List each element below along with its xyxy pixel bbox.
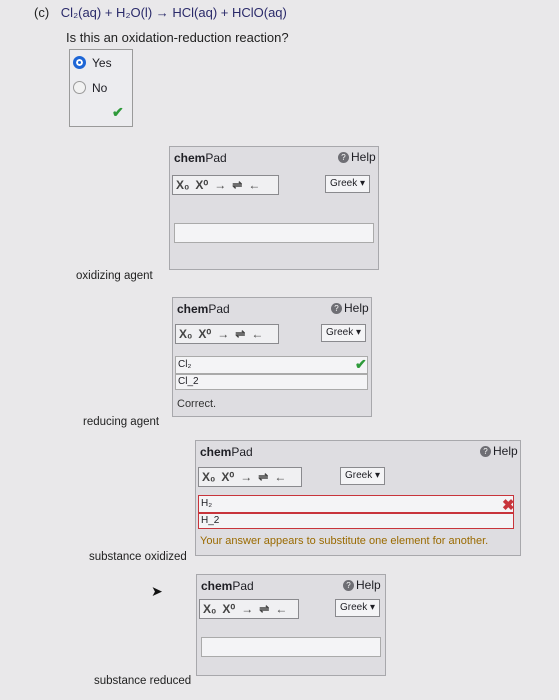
radio-selected-icon[interactable]	[73, 56, 86, 69]
arrow-button[interactable]: →	[211, 178, 229, 192]
subscript-button[interactable]: X₀	[200, 602, 219, 616]
answer-raw-input[interactable]: H_2	[198, 513, 514, 529]
answer-input[interactable]	[201, 637, 381, 657]
greek-dropdown[interactable]: Greek ▾	[340, 467, 386, 485]
greek-dropdown[interactable]: Greek ▾	[325, 175, 371, 193]
help-button[interactable]: ? Help	[331, 301, 369, 315]
arrow-button[interactable]: →	[238, 602, 256, 616]
superscript-button[interactable]: X⁰	[192, 178, 211, 192]
superscript-button[interactable]: X⁰	[195, 327, 214, 341]
feedback-text: Your answer appears to substitute one el…	[200, 535, 489, 547]
chempad-2: chemPad ? Help X₀ X⁰ → ⇌ ← Greek ▾ Cl₂ Cl…	[172, 297, 372, 417]
checkmark-icon: ✔	[112, 104, 124, 120]
equilibrium-button[interactable]: ⇌	[255, 470, 271, 484]
equation-text: Cl₂(aq) + H₂O(l) → HCl(aq) + HClO(aq)	[60, 5, 287, 20]
chempad-title: chemPad	[200, 445, 253, 459]
subscript-button[interactable]: X₀	[176, 327, 195, 341]
choice-box: Yes No ✔	[69, 49, 133, 127]
chempad-1: chemPad ? Help X₀ X⁰ → ⇌ ← Greek ▾	[169, 146, 379, 270]
checkmark-icon: ✔	[355, 356, 367, 372]
help-button[interactable]: ? Help	[480, 444, 518, 458]
help-button[interactable]: ? Help	[338, 150, 376, 164]
choice-label: No	[92, 81, 108, 95]
equilibrium-button[interactable]: ⇌	[256, 602, 272, 616]
chempad-title: chemPad	[174, 151, 227, 165]
feedback-text: Correct.	[177, 398, 217, 410]
subscript-button[interactable]: X₀	[173, 178, 192, 192]
answer-raw-input[interactable]: Cl_2	[175, 374, 368, 390]
chempad-title: chemPad	[201, 579, 254, 593]
back-arrow-button[interactable]: ←	[272, 602, 290, 616]
back-arrow-button[interactable]: ←	[245, 178, 263, 192]
greek-dropdown[interactable]: Greek ▾	[321, 324, 367, 342]
chempad-4: chemPad ? Help X₀ X⁰ → ⇌ ← Greek ▾	[196, 574, 386, 676]
substance-reduced-label: substance reduced	[94, 675, 192, 687]
equilibrium-button[interactable]: ⇌	[229, 178, 245, 192]
answer-display: Cl₂	[175, 356, 368, 374]
answer-input[interactable]	[174, 223, 374, 243]
question-prompt: Is this an oxidation-reduction reaction?	[66, 30, 289, 45]
choice-label: Yes	[92, 56, 112, 70]
arrow-button[interactable]: →	[214, 327, 232, 341]
part-label: (c)	[34, 5, 50, 20]
help-icon: ?	[338, 152, 349, 164]
superscript-button[interactable]: X⁰	[219, 602, 238, 616]
reducing-agent-label: reducing agent	[83, 416, 160, 428]
chempad-title: chemPad	[177, 302, 230, 316]
greek-dropdown[interactable]: Greek ▾	[335, 599, 381, 617]
equilibrium-button[interactable]: ⇌	[232, 327, 248, 341]
chempad-toolbar: X₀ X⁰ → ⇌ ←	[175, 324, 279, 344]
answer-display: H₂	[198, 495, 514, 513]
question-equation: (c) Cl₂(aq) + H₂O(l) → HCl(aq) + HClO(aq…	[34, 5, 287, 20]
arrow-button[interactable]: →	[237, 470, 255, 484]
chempad-toolbar: X₀ X⁰ → ⇌ ←	[199, 599, 299, 619]
substance-oxidized-label: substance oxidized	[89, 551, 187, 563]
help-icon: ?	[343, 580, 354, 592]
oxidizing-agent-label: oxidizing agent	[76, 270, 153, 282]
superscript-button[interactable]: X⁰	[218, 470, 237, 484]
chempad-3: chemPad ? Help X₀ X⁰ → ⇌ ← Greek ▾ H₂ H_2…	[195, 440, 521, 556]
subscript-button[interactable]: X₀	[199, 470, 218, 484]
back-arrow-button[interactable]: ←	[271, 470, 289, 484]
help-button[interactable]: ? Help	[343, 578, 381, 592]
radio-unselected-icon[interactable]	[73, 81, 86, 94]
x-mark-icon: ✖	[502, 497, 515, 514]
chempad-toolbar: X₀ X⁰ → ⇌ ←	[172, 175, 279, 195]
back-arrow-button[interactable]: ←	[248, 327, 266, 341]
help-icon: ?	[331, 303, 342, 315]
chempad-toolbar: X₀ X⁰ → ⇌ ←	[198, 467, 302, 487]
help-icon: ?	[480, 446, 491, 458]
mouse-cursor-icon: ➤	[151, 583, 163, 599]
